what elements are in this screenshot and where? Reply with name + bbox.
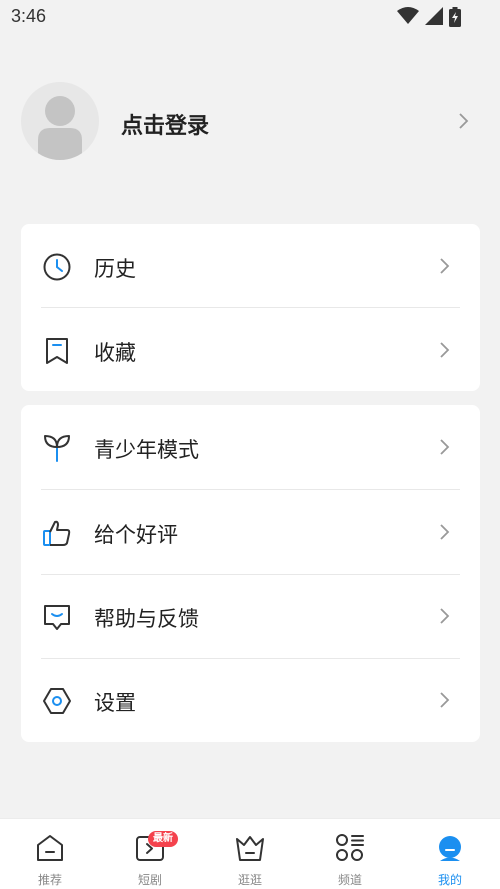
chevron-right-icon xyxy=(459,113,469,129)
bottom-nav: 推荐 最新 短剧 逛逛 频道 我的 xyxy=(0,818,500,889)
nav-tab-mine[interactable]: 我的 xyxy=(400,819,500,889)
nav-label: 推荐 xyxy=(37,873,62,887)
login-label[interactable]: 点击登录 xyxy=(121,108,209,140)
nav-label: 短剧 xyxy=(137,873,162,887)
chevron-right-icon xyxy=(440,692,450,708)
chevron-right-icon xyxy=(440,342,450,358)
status-time: 3:46 xyxy=(11,6,47,26)
nav-tab-short-drama[interactable]: 最新 短剧 xyxy=(100,819,200,889)
chevron-right-icon xyxy=(440,439,450,455)
nav-label: 我的 xyxy=(437,873,462,887)
channels-grid-icon xyxy=(336,834,364,861)
menu-item-favorites[interactable]: 收藏 xyxy=(21,308,480,392)
nav-tab-channels[interactable]: 频道 xyxy=(300,819,400,889)
sprout-icon xyxy=(44,435,70,462)
chevron-right-icon xyxy=(440,258,450,274)
nav-label: 逛逛 xyxy=(237,873,262,887)
signal-icon xyxy=(425,7,443,25)
menu-card-secondary: 青少年模式 给个好评 帮助与反馈 设置 xyxy=(21,405,480,742)
menu-item-label: 历史 xyxy=(94,257,136,281)
battery-charging-icon xyxy=(449,7,461,27)
menu-item-rate-app[interactable]: 给个好评 xyxy=(21,490,480,574)
home-icon xyxy=(37,835,63,861)
chevron-right-icon xyxy=(440,524,450,540)
menu-item-label: 设置 xyxy=(94,691,136,715)
profile-icon xyxy=(439,836,461,861)
menu-item-help-feedback[interactable]: 帮助与反馈 xyxy=(21,574,480,658)
wifi-icon xyxy=(397,7,419,24)
menu-item-label: 给个好评 xyxy=(94,523,178,547)
bookmark-icon xyxy=(46,338,68,364)
basket-icon xyxy=(236,836,264,861)
feedback-icon xyxy=(44,605,70,630)
nav-label: 频道 xyxy=(337,873,362,887)
menu-card-primary: 历史 收藏 xyxy=(21,224,480,391)
nav-tab-browse[interactable]: 逛逛 xyxy=(200,819,300,889)
menu-item-label: 帮助与反馈 xyxy=(94,607,199,631)
menu-item-settings[interactable]: 设置 xyxy=(21,658,480,742)
profile-login-row[interactable]: 点击登录 xyxy=(0,80,500,164)
menu-item-history[interactable]: 历史 xyxy=(21,224,480,308)
menu-item-teen-mode[interactable]: 青少年模式 xyxy=(21,405,480,489)
menu-item-label: 收藏 xyxy=(94,341,136,365)
menu-item-label: 青少年模式 xyxy=(94,438,199,462)
thumbs-up-icon xyxy=(43,520,71,546)
nav-tab-recommend[interactable]: 推荐 xyxy=(0,819,100,889)
new-badge: 最新 xyxy=(148,831,178,847)
default-avatar-icon[interactable] xyxy=(21,82,99,160)
status-bar: 3:46 xyxy=(0,0,500,34)
clock-icon xyxy=(43,253,71,281)
chevron-right-icon xyxy=(440,608,450,624)
settings-hexagon-icon xyxy=(43,688,71,714)
